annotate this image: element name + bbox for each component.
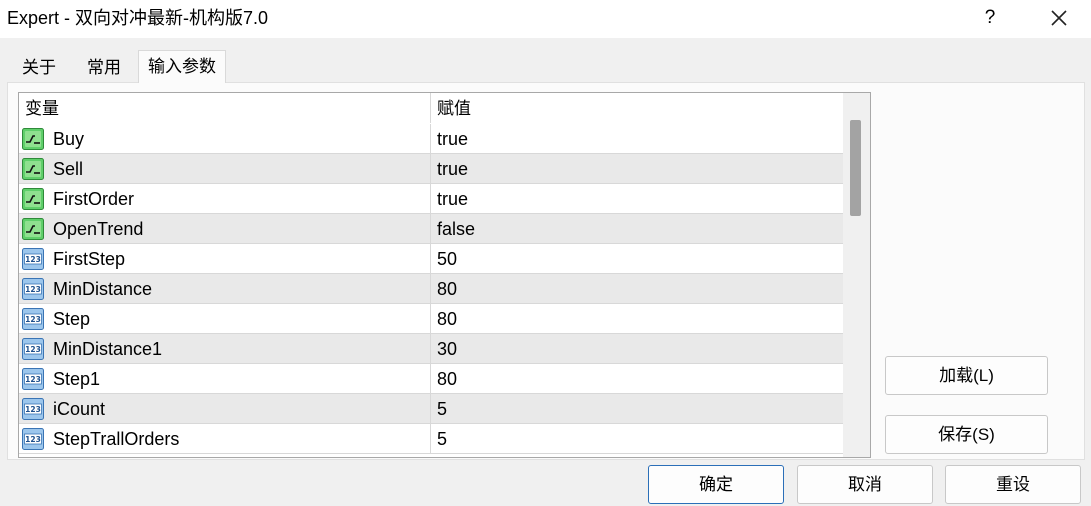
column-divider <box>430 424 431 454</box>
help-button[interactable]: ? <box>972 6 1008 30</box>
reset-button[interactable]: 重设 <box>945 465 1081 504</box>
svg-text:123: 123 <box>25 315 41 324</box>
column-divider <box>430 304 431 334</box>
tab-strip: 关于 常用 输入参数 <box>0 50 1091 83</box>
table-row[interactable]: 123 Step1 80 <box>19 364 843 394</box>
svg-text:123: 123 <box>25 405 41 414</box>
param-value[interactable]: 80 <box>437 274 457 304</box>
int-param-icon: 123 <box>22 248 44 270</box>
load-button[interactable]: 加载(L) <box>885 356 1048 395</box>
param-value[interactable]: true <box>437 124 468 154</box>
bool-param-icon <box>22 218 44 240</box>
param-name: Buy <box>53 129 85 149</box>
param-name: Step1 <box>53 369 101 389</box>
column-divider <box>430 124 431 154</box>
table-row[interactable]: 123 FirstStep 50 <box>19 244 843 274</box>
tab-inputs[interactable]: 输入参数 <box>138 50 226 83</box>
table-row[interactable]: 123 MinDistance1 30 <box>19 334 843 364</box>
int-param-icon: 123 <box>22 308 44 330</box>
param-value[interactable]: 80 <box>437 364 457 394</box>
header-variable[interactable]: 变量 <box>25 93 59 123</box>
column-divider <box>430 394 431 424</box>
close-button[interactable] <box>1040 6 1078 30</box>
param-value[interactable]: 30 <box>437 334 457 364</box>
param-name: Step <box>53 309 91 329</box>
param-value[interactable]: false <box>437 214 475 244</box>
tab-about[interactable]: 关于 <box>7 54 71 82</box>
scroll-thumb[interactable] <box>850 120 861 216</box>
svg-text:123: 123 <box>25 435 41 444</box>
param-name: FirstOrder <box>53 189 134 209</box>
int-param-icon: 123 <box>22 428 44 450</box>
cancel-button[interactable]: 取消 <box>797 465 933 504</box>
table-row[interactable]: 123 Step 80 <box>19 304 843 334</box>
tab-common[interactable]: 常用 <box>71 54 137 82</box>
param-value[interactable]: 80 <box>437 304 457 334</box>
table-row[interactable]: FirstOrder true <box>19 184 843 214</box>
parameters-grid: 变量 赋值 Buy true Sell true FirstOrder true OpenT… <box>18 92 871 458</box>
param-value[interactable]: true <box>437 154 468 184</box>
column-divider <box>430 244 431 274</box>
ok-button[interactable]: 确定 <box>648 465 784 504</box>
table-row[interactable]: Sell true <box>19 154 843 184</box>
param-name: MinDistance1 <box>53 339 163 359</box>
column-divider <box>430 364 431 394</box>
param-value[interactable]: true <box>437 184 468 214</box>
param-name: iCount <box>53 399 106 419</box>
bool-param-icon <box>22 128 44 150</box>
svg-text:123: 123 <box>25 255 41 264</box>
table-row[interactable]: 123 StepTrallOrders 5 <box>19 424 843 454</box>
param-name: OpenTrend <box>53 219 144 239</box>
vertical-scrollbar[interactable] <box>843 93 870 457</box>
table-row[interactable]: OpenTrend false <box>19 214 843 244</box>
param-name: StepTrallOrders <box>53 429 180 449</box>
bool-param-icon <box>22 188 44 210</box>
grid-header: 变量 赋值 <box>19 93 843 123</box>
grid-rows: Buy true Sell true FirstOrder true OpenTrend fa… <box>19 124 843 454</box>
header-divider[interactable] <box>430 93 431 123</box>
column-divider <box>430 154 431 184</box>
int-param-icon: 123 <box>22 368 44 390</box>
param-value[interactable]: 50 <box>437 244 457 274</box>
header-value[interactable]: 赋值 <box>437 93 471 123</box>
int-param-icon: 123 <box>22 278 44 300</box>
table-row[interactable]: 123 iCount 5 <box>19 394 843 424</box>
int-param-icon: 123 <box>22 398 44 420</box>
param-name: Sell <box>53 159 84 179</box>
column-divider <box>430 184 431 214</box>
param-value[interactable]: 5 <box>437 394 447 424</box>
table-row[interactable]: 123 MinDistance 80 <box>19 274 843 304</box>
param-name: FirstStep <box>53 249 126 269</box>
column-divider <box>430 214 431 244</box>
svg-text:123: 123 <box>25 375 41 384</box>
svg-text:123: 123 <box>25 345 41 354</box>
save-button[interactable]: 保存(S) <box>885 415 1048 454</box>
bool-param-icon <box>22 158 44 180</box>
title-bar: Expert - 双向对冲最新-机构版7.0 ? <box>0 0 1091 38</box>
close-icon <box>1051 10 1067 26</box>
svg-text:123: 123 <box>25 285 41 294</box>
column-divider <box>430 274 431 304</box>
table-row[interactable]: Buy true <box>19 124 843 154</box>
window-title: Expert - 双向对冲最新-机构版7.0 <box>7 8 269 28</box>
param-name: MinDistance <box>53 279 153 299</box>
column-divider <box>430 334 431 364</box>
int-param-icon: 123 <box>22 338 44 360</box>
param-value[interactable]: 5 <box>437 424 447 454</box>
